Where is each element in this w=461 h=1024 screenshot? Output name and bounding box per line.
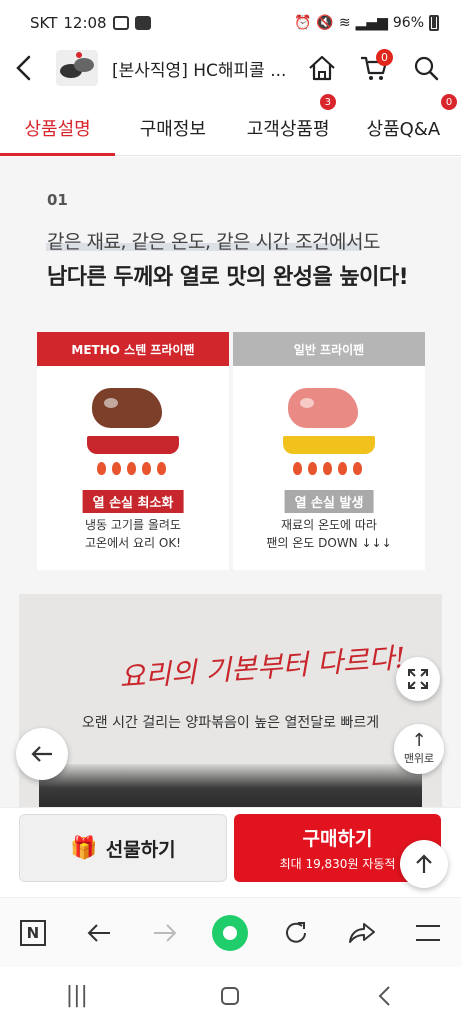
tab-qna[interactable]: 상품Q&A 0 [346,94,461,155]
green-dot-button[interactable] [208,911,252,955]
qna-count-badge: 0 [441,94,457,110]
buy-sublabel: 최대 19,830원 자동적 [279,857,396,871]
back-arrow-icon [16,55,31,81]
section-number: 01 [47,191,68,209]
search-button[interactable] [409,51,443,85]
up-arrow-icon [416,854,432,873]
fullscreen-button[interactable] [396,657,440,701]
menu-button[interactable] [406,911,450,955]
cooking-banner: 요리의 기본부터 다르다! 오랜 시간 걸리는 양파볶음이 높은 열전달로 빠르… [19,594,442,807]
card-desc-line: 냉동 고기를 올려도 [85,518,181,532]
gift-label: 선물하기 [105,838,176,861]
home-icon [309,55,335,81]
product-title[interactable]: [본사직영] HC해피콜 ... [112,56,292,81]
tab-purchase-info[interactable]: 구매정보 [115,100,230,155]
purchase-action-bar: 🎁 선물하기 구매하기 최대 19,830원 자동적 [0,807,461,897]
recent-apps-icon: ||| [65,983,88,1008]
headline-line2: 남다른 두께와 열로 맛의 완성을 높이다! [47,265,409,290]
card-desc-line: 고온에서 요리 OK! [85,536,181,550]
gallery-notification-icon [112,16,129,30]
card-description: 재료의 온도에 따라 팬의 온도 DOWN ↓↓↓ [233,516,425,552]
app-header: [본사직영] HC해피콜 ... 0 [0,46,461,90]
clock: 12:08 [63,14,107,32]
tab-reviews[interactable]: 고객상품평 3 [231,94,346,155]
card-header: METHO 스텐 프라이팬 [37,332,229,366]
card-description: 냉동 고기를 올려도 고온에서 요리 OK! [37,516,229,552]
carrier-label: SKT [30,14,58,32]
banner-subtitle: 오랜 시간 걸리는 양파볶음이 높은 열전달로 빠르게 [81,715,380,731]
chevron-left-icon [378,985,390,1006]
system-back-button[interactable] [354,976,414,1016]
pan-illustration [37,366,229,490]
cart-badge: 0 [376,49,393,66]
share-button[interactable] [340,911,384,955]
headline-line1: 같은 재료, 같은 온도, 같은 시간 조건에서도 [47,231,380,253]
pan-icon [283,436,375,454]
forward-arrow-icon [153,923,177,942]
browser-toolbar: N [0,897,461,967]
gift-button[interactable]: 🎁 선물하기 [19,814,227,882]
alarm-icon: ⏰ [293,15,312,31]
share-icon [349,922,376,943]
scroll-top-button[interactable]: ↑ 맨위로 [394,724,444,774]
mute-icon: 🔇 [316,15,334,31]
tab-label: 상품Q&A [366,118,441,140]
previous-page-button[interactable] [16,728,68,780]
app-notification-icon [134,16,151,30]
cooking-photo [39,764,422,807]
card-desc-line: 재료의 온도에 따라 [281,518,377,532]
flame-icons [293,462,362,475]
tab-label: 상품설명 [24,118,91,140]
cart-button[interactable]: 0 [357,49,393,85]
expand-icon [408,669,428,689]
card-tag: 열 손실 발생 [284,490,374,513]
battery-level: 96% [392,15,424,31]
browser-forward-button[interactable] [143,911,187,955]
signal-icon: ▂▄▆ [355,15,388,31]
search-icon [414,56,439,81]
back-arrow-icon [87,923,110,942]
product-tabs: 상품설명 구매정보 고객상품평 3 상품Q&A 0 [0,94,461,156]
battery-icon [429,15,439,31]
metho-pan-card: METHO 스텐 프라이팬 열 손실 최소화 냉동 고기를 올려도 고온에서 요… [37,332,229,570]
gift-icon: 🎁 [70,835,98,861]
banner-script-title: 요리의 기본부터 다르다! [118,641,407,694]
green-dot-icon [212,914,249,951]
back-button[interactable] [0,46,48,90]
browser-back-button[interactable] [77,911,121,955]
card-header: 일반 프라이팬 [233,332,425,366]
flame-icons [97,462,166,475]
pan-icon [87,436,179,454]
product-thumbnail [56,50,98,86]
naver-icon: N [19,919,46,946]
scroll-up-button[interactable] [400,840,448,888]
status-bar: SKT 12:08 ⏰ 🔇 ≋ ▂▄▆ 96% [0,0,461,46]
hamburger-icon [415,924,440,941]
review-count-badge: 3 [319,94,336,110]
buy-label: 구매하기 [302,828,373,850]
tab-label: 고객상품평 [246,118,330,140]
card-tag: 열 손실 최소화 [82,490,184,513]
up-arrow-icon: ↑ [411,730,427,751]
system-home-button[interactable] [200,976,260,1016]
home-button[interactable] [305,51,339,85]
steak-icon [92,388,162,428]
recent-apps-button[interactable]: ||| [47,976,107,1016]
tab-label: 구매정보 [139,118,206,140]
naver-home-button[interactable]: N [11,911,55,955]
normal-pan-card: 일반 프라이팬 열 손실 발생 재료의 온도에 따라 팬의 온도 DOWN ↓↓… [233,332,425,570]
refresh-icon [286,921,307,943]
product-description: 01 같은 재료, 같은 온도, 같은 시간 조건에서도 남다른 두께와 열로 … [0,157,461,807]
left-arrow-icon [31,746,52,762]
pan-illustration [233,366,425,490]
wifi-icon: ≋ [338,15,351,31]
card-desc-line: 팬의 온도 DOWN ↓↓↓ [266,536,392,550]
tab-description[interactable]: 상품설명 [0,100,116,156]
scroll-top-label: 맨위로 [403,752,435,765]
refresh-button[interactable] [274,911,318,955]
home-square-icon [221,986,240,1005]
steak-icon [288,388,358,428]
system-nav-bar: ||| [0,967,461,1024]
